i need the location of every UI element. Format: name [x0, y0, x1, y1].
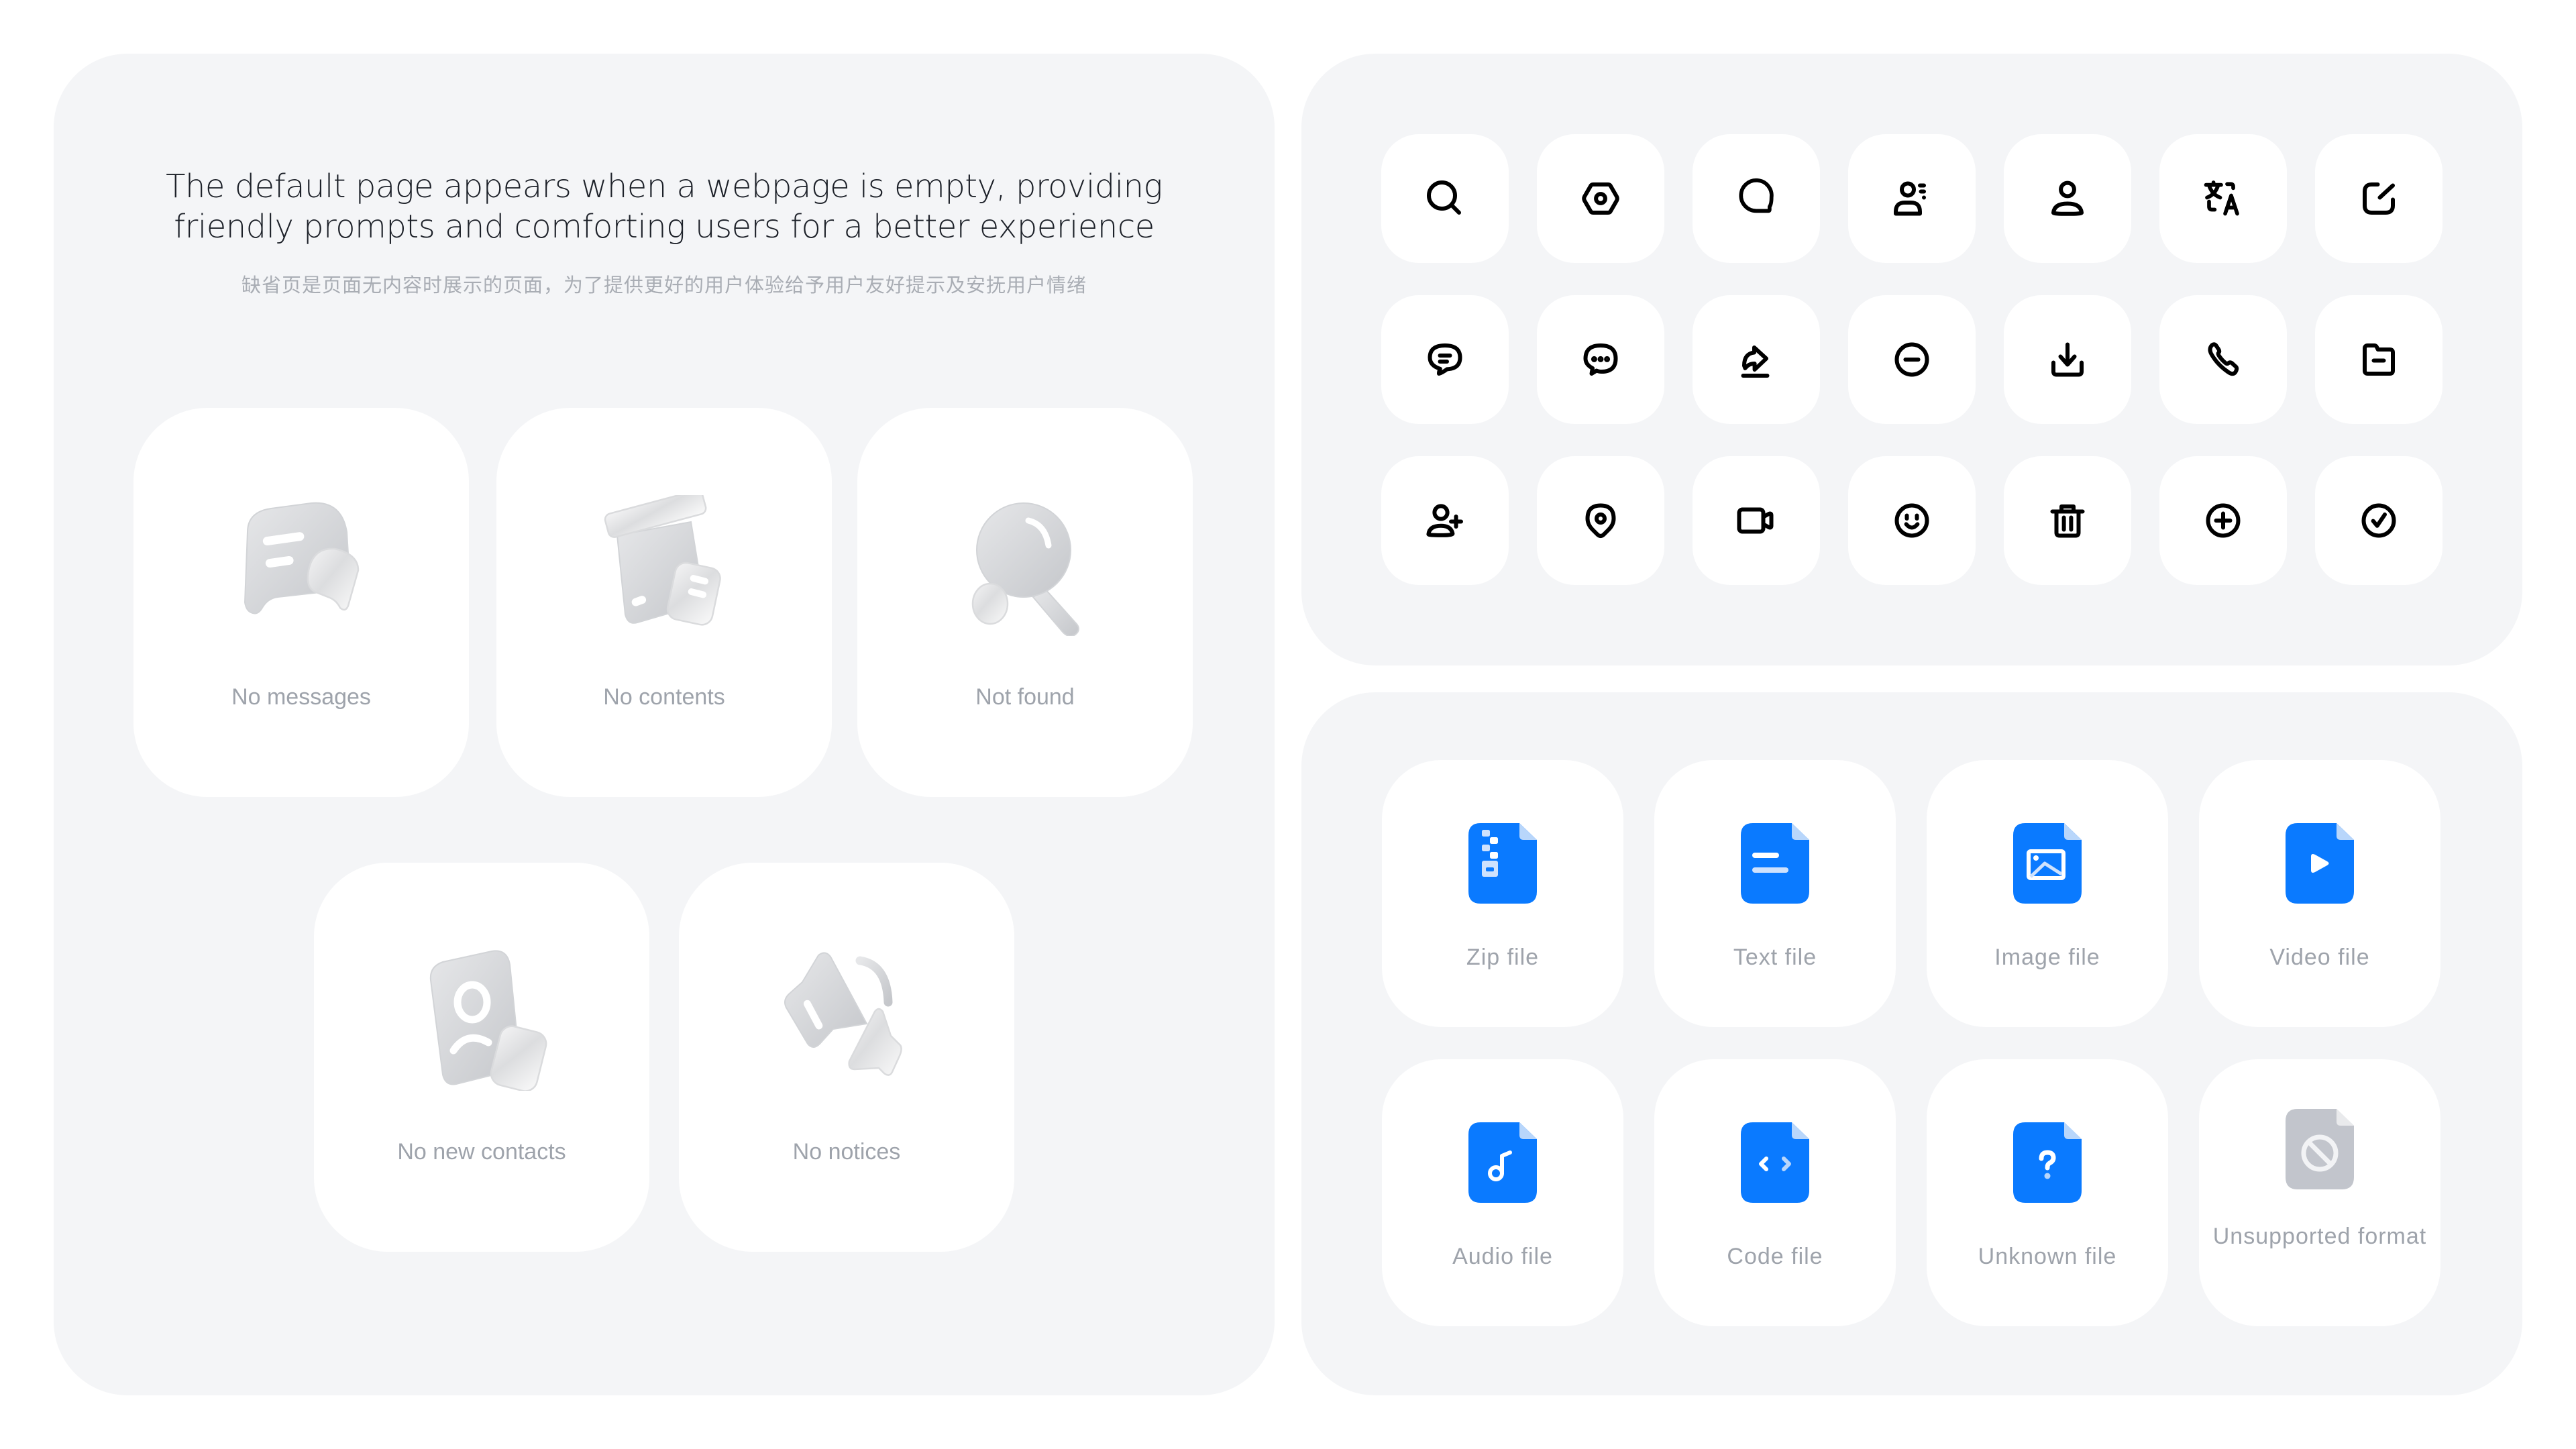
- icon-tile-chat[interactable]: [1693, 134, 1820, 263]
- icon-tile-chat-dots[interactable]: [1537, 295, 1664, 424]
- icon-tile-trash[interactable]: [2004, 456, 2131, 585]
- file-card-label: Unknown file: [1978, 1244, 2117, 1269]
- folder-minus-icon: [2363, 343, 2395, 376]
- icon-tile-chat-text[interactable]: [1381, 295, 1509, 424]
- empty-state-card-no-notices: No notices: [679, 863, 1014, 1252]
- user-add-icon: [1426, 504, 1463, 537]
- intro-title-line-1: The default page appears when a webpage …: [166, 168, 1163, 205]
- file-card-label: Video file: [2269, 945, 2370, 970]
- icon-tile-contact-list[interactable]: [1848, 134, 1976, 263]
- contact-card-illustration-icon: [429, 950, 547, 1091]
- file-card-label: Zip file: [1466, 945, 1540, 970]
- file-card-label: Image file: [1994, 945, 2100, 970]
- empty-state-label: Not found: [975, 684, 1075, 710]
- chat-text-icon: [1428, 343, 1462, 376]
- icon-tile-download[interactable]: [2004, 295, 2131, 424]
- empty-state-card-no-new-contacts: No new contacts: [314, 863, 649, 1252]
- chat-bubble-icon: [1739, 178, 1774, 213]
- icon-set-panel: [1301, 54, 2522, 665]
- trash-icon: [2050, 504, 2085, 538]
- file-card-label: Unsupported format: [2212, 1224, 2427, 1249]
- icon-tile-share[interactable]: [1693, 295, 1820, 424]
- file-card-video[interactable]: Video file: [2199, 760, 2440, 1027]
- icon-tile-check-circle[interactable]: [2315, 456, 2443, 585]
- icon-tile-minus-circle[interactable]: [1848, 295, 1976, 424]
- empty-state-card-no-messages: No messages: [133, 408, 469, 797]
- file-card-label: Code file: [1727, 1244, 1823, 1269]
- file-card-audio[interactable]: Audio file: [1382, 1059, 1623, 1326]
- empty-states-panel: The default page appears when a webpage …: [54, 54, 1275, 1395]
- translate-icon: [2204, 180, 2239, 216]
- search-icon: [1427, 180, 1461, 215]
- video-file-icon: [2286, 823, 2354, 904]
- intro-subtitle: 缺省页是页面无内容时展示的页面，为了提供更好的用户体验给予用户友好提示及安抚用户…: [241, 275, 1087, 297]
- file-card-unknown[interactable]: Unknown file: [1927, 1059, 2168, 1326]
- empty-state-label: No notices: [792, 1139, 901, 1165]
- icon-tile-location[interactable]: [1537, 456, 1664, 585]
- empty-state-card-no-contents: No contents: [496, 408, 832, 797]
- icon-tile-user[interactable]: [2004, 134, 2131, 263]
- minus-circle-icon: [1894, 342, 1929, 377]
- intro-title-line-2: friendly prompts and comforting users fo…: [174, 208, 1155, 246]
- file-card-zip[interactable]: Zip file: [1382, 760, 1623, 1027]
- unsupported-file-icon: [2286, 1109, 2354, 1189]
- icon-tile-search[interactable]: [1381, 134, 1509, 263]
- message-bubble-illustration-icon: [244, 502, 360, 614]
- unknown-file-icon: [2013, 1122, 2082, 1203]
- contact-list-icon: [1894, 181, 1926, 216]
- empty-state-card-not-found: Not found: [857, 408, 1193, 797]
- plus-circle-icon: [2206, 503, 2241, 538]
- check-circle-icon: [2361, 503, 2396, 538]
- magnifier-illustration-icon: [971, 502, 1079, 636]
- zip-file-icon: [1468, 823, 1537, 904]
- share-icon: [1741, 345, 1770, 378]
- empty-state-label: No messages: [231, 684, 371, 710]
- icon-tile-phone[interactable]: [2159, 295, 2287, 424]
- smile-icon: [1894, 503, 1929, 538]
- intro-title: The default page appears when a webpage …: [54, 166, 1275, 247]
- file-card-code[interactable]: Code file: [1654, 1059, 1896, 1326]
- file-card-unsupported[interactable]: Unsupported format: [2199, 1059, 2440, 1326]
- megaphone-illustration-icon: [784, 952, 902, 1076]
- empty-state-label: No contents: [603, 684, 725, 710]
- icon-tile-translate[interactable]: [2159, 134, 2287, 263]
- phone-icon: [2208, 342, 2239, 376]
- icon-tile-settings[interactable]: [1537, 134, 1664, 263]
- icon-tile-plus-circle[interactable]: [2159, 456, 2287, 585]
- icon-tile-smile[interactable]: [1848, 456, 1976, 585]
- settings-nut-icon: [1582, 182, 1619, 215]
- audio-file-icon: [1468, 1122, 1537, 1203]
- icon-tile-user-add[interactable]: [1381, 456, 1509, 585]
- file-types-panel: Zip file Text file Image file Video file: [1301, 692, 2522, 1395]
- code-file-icon: [1741, 1122, 1809, 1203]
- video-camera-icon: [1737, 507, 1774, 534]
- icon-tile-edit[interactable]: [2315, 134, 2443, 263]
- empty-state-label: No new contacts: [397, 1139, 566, 1165]
- text-file-icon: [1741, 823, 1809, 904]
- chat-dots-icon: [1583, 343, 1618, 376]
- user-icon: [2051, 180, 2084, 216]
- location-icon: [1585, 503, 1616, 538]
- file-card-text[interactable]: Text file: [1654, 760, 1896, 1027]
- download-icon: [2051, 342, 2084, 377]
- image-file-icon: [2013, 823, 2082, 904]
- file-card-label: Text file: [1733, 945, 1817, 970]
- edit-icon: [2363, 182, 2395, 215]
- open-box-illustration-icon: [604, 495, 721, 626]
- file-card-label: Audio file: [1452, 1244, 1553, 1269]
- file-card-image[interactable]: Image file: [1927, 760, 2168, 1027]
- icon-tile-video[interactable]: [1693, 456, 1820, 585]
- icon-tile-folder-minus[interactable]: [2315, 295, 2443, 424]
